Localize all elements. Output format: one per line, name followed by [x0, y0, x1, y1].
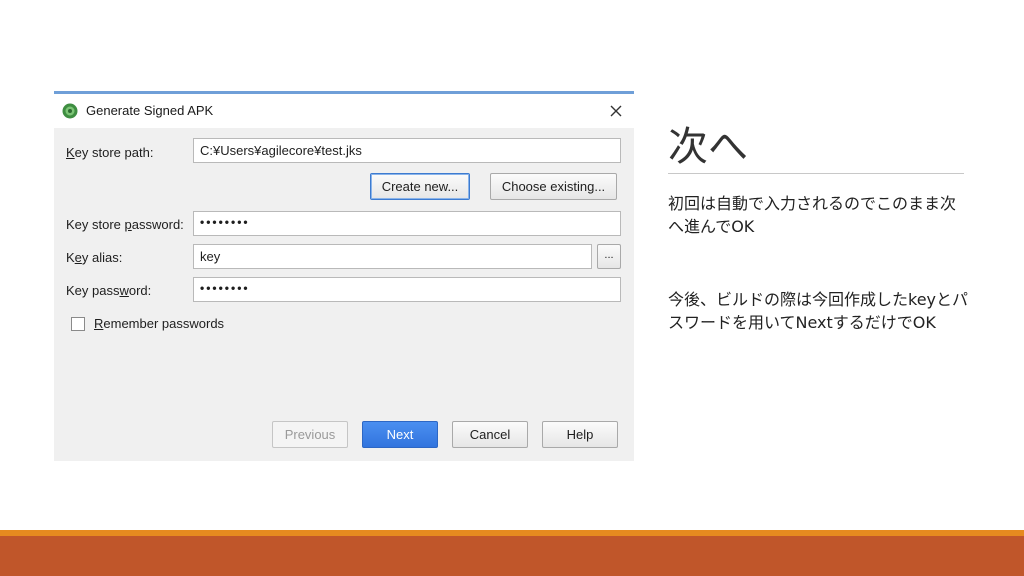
key-alias-input[interactable]: key	[193, 244, 592, 269]
generate-signed-apk-dialog: Generate Signed APK Key store path: C:¥U…	[54, 91, 634, 461]
key-store-path-input[interactable]: C:¥Users¥agilecore¥test.jks	[193, 138, 621, 163]
dialog-titlebar[interactable]: Generate Signed APK	[54, 94, 634, 128]
slide-paragraph-second: 今後、ビルドの際は今回作成したkeyとパスワードを用いてNextするだけでOK	[668, 290, 969, 332]
android-studio-icon	[62, 103, 78, 119]
next-button[interactable]: Next	[362, 421, 438, 448]
key-store-password-label: Key store password:	[66, 217, 184, 232]
help-button[interactable]: Help	[542, 421, 618, 448]
close-icon	[610, 105, 622, 117]
close-button[interactable]	[604, 99, 628, 123]
slide-heading-divider	[668, 173, 964, 174]
remember-passwords-label[interactable]: Remember passwords	[94, 316, 224, 331]
key-store-password-input[interactable]: ••••••••	[193, 211, 621, 236]
key-password-input[interactable]: ••••••••	[193, 277, 621, 302]
previous-button[interactable]: Previous	[272, 421, 348, 448]
key-alias-browse-button[interactable]: ...	[597, 244, 621, 269]
create-new-button[interactable]: Create new...	[370, 173, 470, 200]
slide-paragraph-first: 初回は自動で入力されるのでこのまま次へ進んでOK	[668, 194, 957, 236]
key-password-label: Key password:	[66, 283, 152, 298]
key-alias-label: Key alias:	[66, 250, 123, 265]
key-store-path-label: Key store path:	[66, 145, 154, 160]
slide-heading: 次へ	[668, 124, 748, 170]
choose-existing-button[interactable]: Choose existing...	[490, 173, 617, 200]
dialog-title: Generate Signed APK	[86, 103, 214, 118]
cancel-button[interactable]: Cancel	[452, 421, 528, 448]
remember-passwords-checkbox[interactable]	[71, 317, 85, 331]
footer-bar	[0, 536, 1024, 576]
